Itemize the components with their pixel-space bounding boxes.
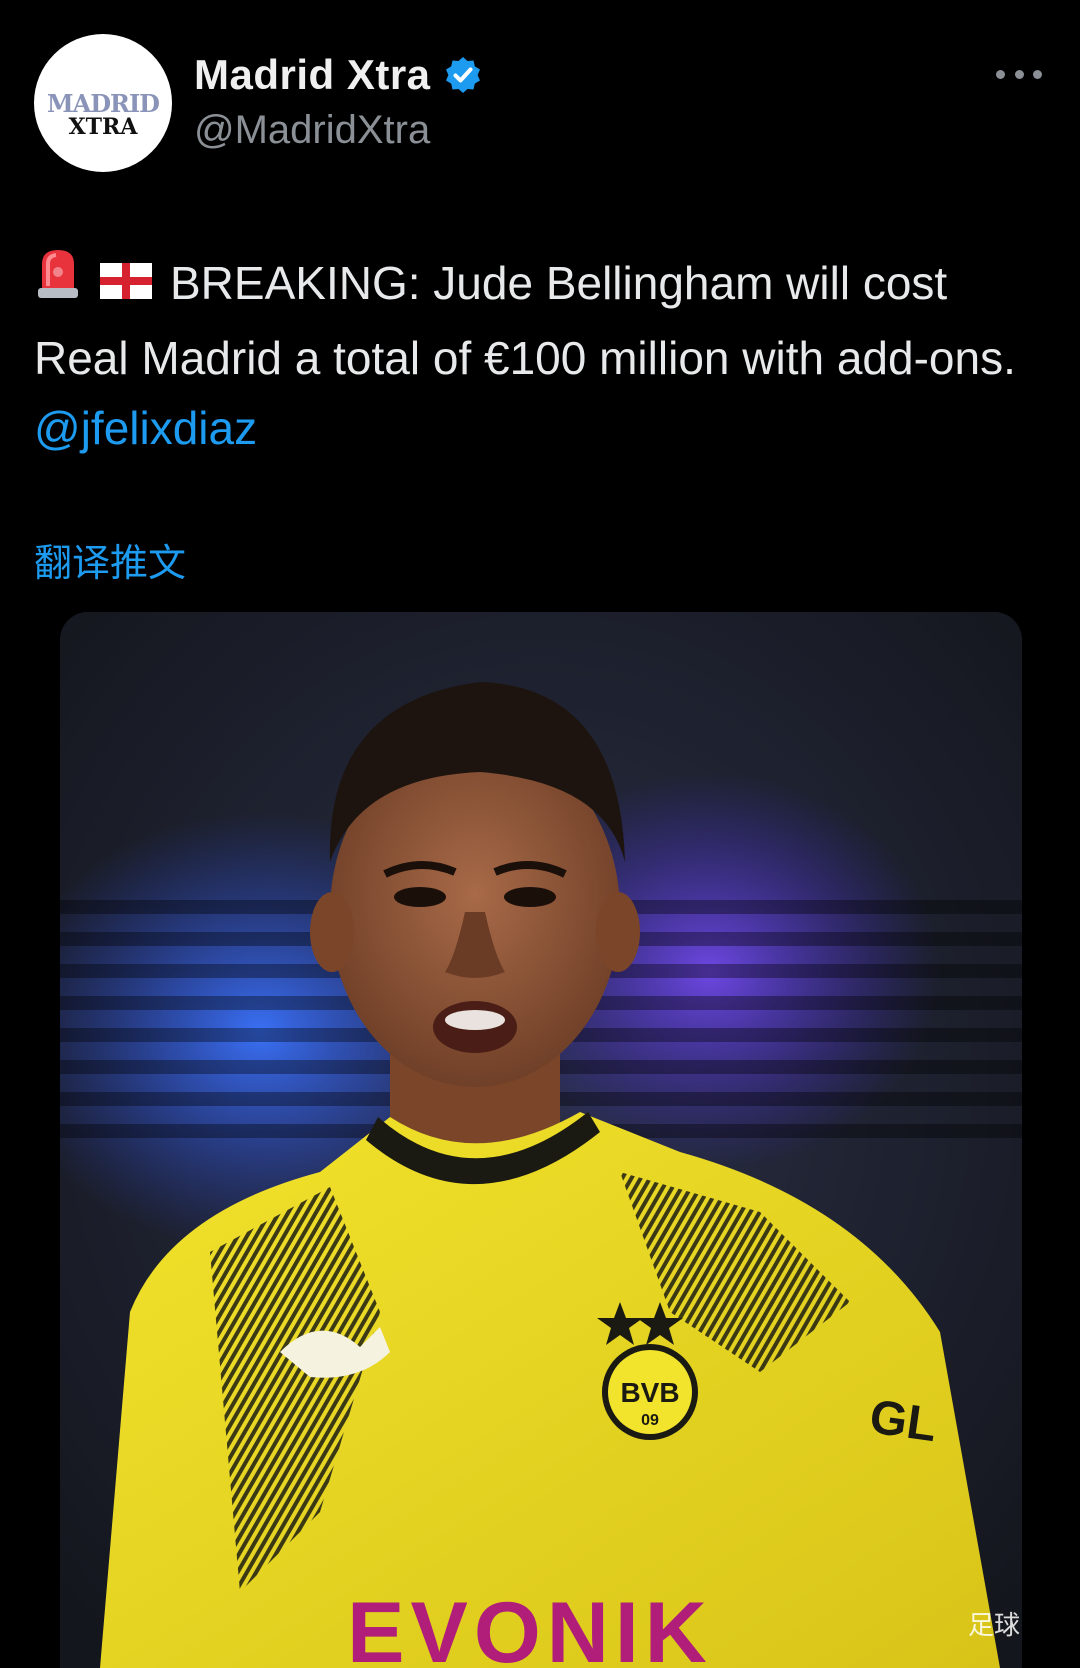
avatar-logo-line2: XTRA <box>68 114 138 140</box>
watermark: 足球 <box>967 1611 1020 1641</box>
display-name[interactable]: Madrid Xtra <box>194 51 431 99</box>
tweet-media-photo[interactable]: BVB 09 GL EVONIK <box>60 612 1022 1668</box>
translate-tweet-link[interactable]: 翻译推文 <box>34 532 186 587</box>
club-badge-text: BVB <box>620 1377 679 1408</box>
shirt-sponsor-text: EVONIK <box>347 1585 713 1668</box>
rotating-light-icon <box>34 246 82 319</box>
avatar-logo: MADRID XTRA <box>34 89 172 140</box>
mention-link[interactable]: @jfelixdiaz <box>34 402 257 454</box>
more-options-icon[interactable] <box>996 62 1042 86</box>
verified-badge-icon <box>443 55 483 95</box>
club-badge-year: 09 <box>641 1412 659 1429</box>
avatar[interactable]: MADRID XTRA <box>34 34 172 172</box>
sleeve-sponsor-text: GL <box>866 1390 939 1452</box>
name-row: Madrid Xtra <box>194 50 483 100</box>
england-flag-icon <box>100 248 152 318</box>
tweet-card: MADRID XTRA Madrid Xtra @MadridXtra BREA… <box>0 0 1080 1668</box>
tweet-text: BREAKING: Jude Bellingham will cost Real… <box>34 248 1034 463</box>
account-handle[interactable]: @MadridXtra <box>194 108 430 153</box>
avatar-logo-line1: MADRID <box>47 89 160 118</box>
tweet-body-text: BREAKING: Jude Bellingham will cost Real… <box>34 257 1016 385</box>
